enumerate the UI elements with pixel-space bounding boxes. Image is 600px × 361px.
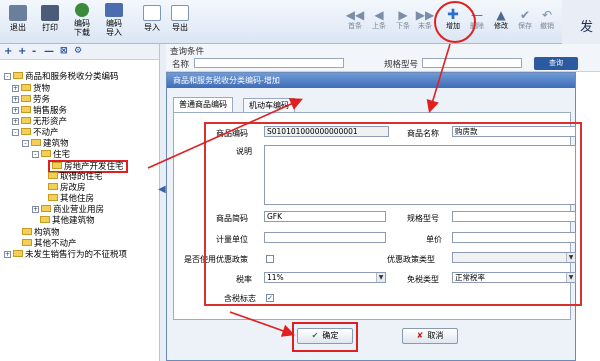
annotation-overlay xyxy=(147,1,476,337)
arrow-add-to-form xyxy=(426,43,451,114)
arrow-tree-to-form xyxy=(147,98,303,169)
arrow-to-ok xyxy=(229,311,296,337)
add-button-highlight-circle xyxy=(434,1,476,43)
